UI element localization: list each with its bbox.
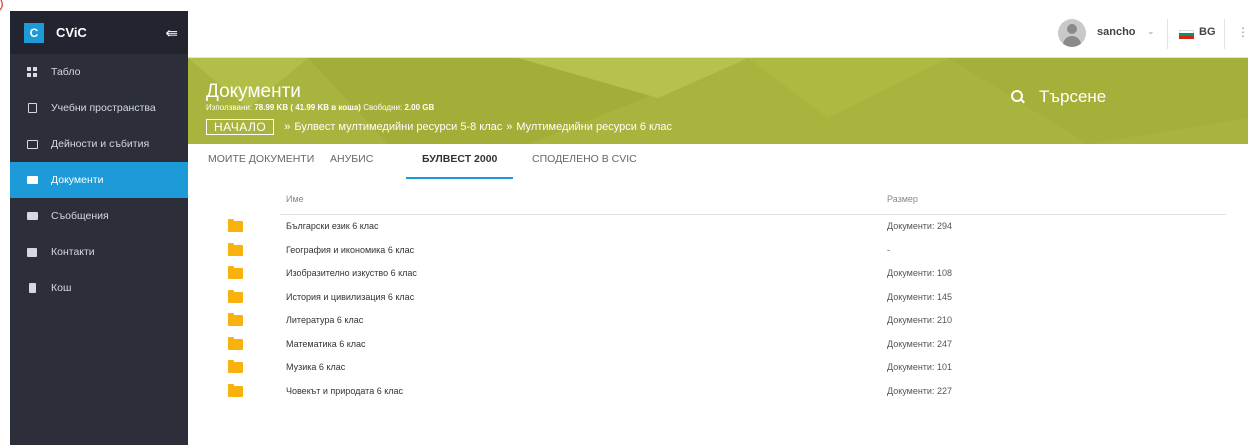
free-value: 2.00 GB	[404, 103, 435, 112]
sidebar-item-label: Документи	[51, 174, 104, 186]
divider	[1167, 19, 1168, 49]
top-bar: sancho ⌄ BG ⋮⋮	[188, 11, 1248, 58]
table-row[interactable]: Математика 6 клас Документи: 247	[188, 334, 1248, 357]
folder-size: Документи: 101	[887, 362, 952, 372]
folder-name[interactable]: Математика 6 клас	[286, 339, 366, 349]
search-placeholder: Търсене	[1039, 87, 1107, 106]
folder-size: Документи: 247	[887, 338, 952, 349]
user-menu-name[interactable]: sancho	[1097, 26, 1136, 38]
sidebar-item-activities[interactable]: Дейности и събития	[10, 126, 188, 162]
sidebar-item-label: Кош	[51, 282, 72, 294]
used-value: 78.99 KB ( 41.99 KB в коша)	[254, 103, 361, 112]
folder-icon	[228, 219, 243, 232]
folder-size: Документи: 108	[887, 268, 952, 278]
folder-name[interactable]: Човекът и природата 6 клас	[286, 386, 403, 396]
calendar-icon	[26, 138, 38, 150]
folder-icon	[228, 313, 243, 326]
breadcrumb-separator: »	[506, 121, 513, 133]
language-selector[interactable]: BG	[1199, 26, 1216, 38]
chevron-down-icon[interactable]: ⌄	[1147, 26, 1155, 37]
folder-size: Документи: 145	[887, 291, 952, 302]
table-row[interactable]: История и цивилизация 6 клас Документи: 1…	[188, 287, 1248, 310]
sidebar-item-dashboard[interactable]: Табло	[10, 54, 188, 90]
folder-icon	[228, 289, 243, 303]
collapse-sidebar-icon[interactable]: ⇚	[165, 24, 178, 42]
brand-name[interactable]: CViC	[56, 25, 165, 40]
brand-bar: C CViC ⇚	[10, 11, 188, 54]
breadcrumb-item[interactable]: Булвест мултимедийни ресурси 5-8 клас	[294, 121, 502, 133]
header-divider	[280, 214, 1226, 215]
folder-name[interactable]: Изобразително изкуство 6 клас	[286, 268, 417, 278]
sidebar-item-messages[interactable]: Съобщения	[10, 198, 188, 234]
folder-name[interactable]: Български език 6 клас	[286, 221, 379, 231]
sidebar-item-learning-spaces[interactable]: Учебни пространства	[10, 90, 188, 126]
page-header: Документи Използвани: 78.99 KB ( 41.99 K…	[188, 58, 1248, 144]
document-tabs: Моите документи Анубис Булвест 2000 Спод…	[188, 144, 1248, 179]
folder-size: Документи: 227	[887, 385, 952, 396]
building-icon	[26, 102, 38, 114]
column-header-size[interactable]: Размер	[887, 194, 918, 204]
trash-icon	[26, 282, 38, 294]
user-avatar[interactable]	[1058, 19, 1086, 47]
tab-anubis[interactable]: Анубис	[330, 144, 373, 177]
folder-name[interactable]: Музика 6 клас	[286, 362, 345, 372]
folder-icon	[228, 266, 243, 279]
sidebar-item-label: Контакти	[51, 246, 95, 258]
sidebar-item-label: Табло	[51, 66, 81, 78]
search-icon	[1011, 90, 1025, 104]
tab-bulvest-2000[interactable]: Булвест 2000	[406, 144, 514, 179]
folder-size: Документи: 210	[887, 315, 952, 325]
used-label: Използвани:	[206, 103, 253, 112]
tab-shared-in-cvic[interactable]: Споделено в CViC	[532, 144, 637, 177]
free-label: Свободни:	[363, 103, 403, 112]
folder-icon	[228, 242, 243, 256]
search-input[interactable]: Търсене	[1011, 87, 1106, 107]
divider	[1224, 19, 1225, 49]
folder-size: Документи: 294	[887, 221, 952, 231]
tab-my-documents[interactable]: Моите документи	[208, 144, 314, 177]
sidebar: C CViC ⇚ Табло Учебни пространства Дейно…	[10, 11, 188, 445]
sidebar-item-label: Учебни пространства	[51, 102, 156, 114]
folder-size: -	[887, 244, 890, 255]
page-title: Документи	[206, 81, 301, 102]
folder-icon	[26, 174, 38, 186]
mail-icon	[26, 210, 38, 222]
brand-logo[interactable]: C	[24, 22, 44, 43]
sidebar-item-contacts[interactable]: Контакти	[10, 234, 188, 270]
breadcrumb-home[interactable]: НАЧАЛО	[206, 119, 275, 135]
column-header-name[interactable]: Име	[286, 194, 304, 204]
folder-name[interactable]: Литература 6 клас	[286, 315, 363, 325]
folder-name[interactable]: География и икономика 6 клас	[286, 245, 414, 255]
apps-grid-icon[interactable]: ⋮⋮	[1237, 25, 1248, 39]
sidebar-item-label: Дейности и събития	[51, 138, 150, 150]
table-row[interactable]: Български език 6 клас Документи: 294	[188, 216, 1248, 239]
table-row[interactable]: Изобразително изкуство 6 клас Документи: …	[188, 263, 1248, 286]
sidebar-item-documents[interactable]: Документи	[10, 162, 188, 198]
breadcrumb: НАЧАЛО » Булвест мултимедийни ресурси 5-…	[206, 119, 672, 135]
breadcrumb-item-current[interactable]: Мултимедийни ресурси 6 клас	[516, 121, 672, 133]
table-row[interactable]: География и икономика 6 клас -	[188, 240, 1248, 263]
sidebar-item-label: Съобщения	[51, 210, 109, 222]
storage-usage: Използвани: 78.99 KB ( 41.99 KB в коша) …	[206, 103, 434, 112]
table-row[interactable]: Човекът и природата 6 клас Документи: 227	[188, 381, 1248, 404]
folder-name[interactable]: История и цивилизация 6 клас	[286, 292, 414, 302]
folder-icon	[228, 360, 243, 373]
table-row[interactable]: Музика 6 клас Документи: 101	[188, 357, 1248, 380]
breadcrumb-separator: »	[284, 121, 291, 133]
sidebar-item-trash[interactable]: Кош	[10, 270, 188, 306]
corner-mark	[0, 0, 3, 11]
bulgarian-flag-icon[interactable]	[1179, 30, 1194, 39]
folder-icon	[228, 336, 243, 350]
dashboard-icon	[26, 66, 38, 78]
folder-icon	[228, 383, 243, 397]
table-row[interactable]: Литература 6 клас Документи: 210	[188, 310, 1248, 333]
contact-card-icon	[26, 246, 38, 258]
